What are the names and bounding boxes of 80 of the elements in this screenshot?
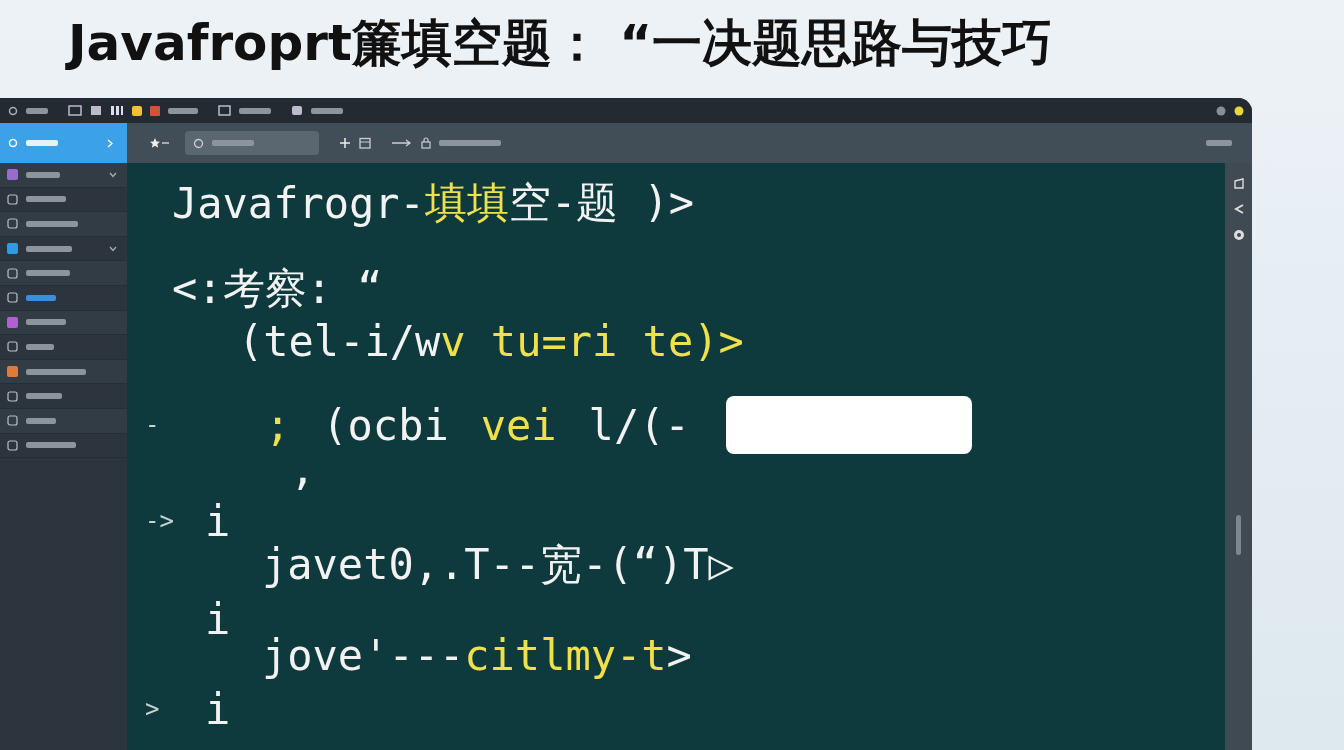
columns-icon[interactable] (110, 105, 124, 116)
blurred-label (26, 368, 86, 375)
blurred-label (26, 270, 70, 277)
blurred-label (26, 442, 76, 449)
blurred-label (26, 343, 54, 350)
code-text: (ocbi (322, 400, 449, 450)
code-text: 空-题 )> (508, 177, 695, 229)
blurred-label (439, 140, 501, 146)
page-icon (7, 292, 18, 304)
code-text: Javafrogr- (172, 178, 425, 228)
code-text: i (205, 684, 231, 734)
page-icon (7, 390, 18, 402)
scrollbar-thumb[interactable] (1236, 515, 1241, 555)
code-text: 填填 (424, 177, 509, 229)
chevron-icon (109, 245, 117, 252)
gutter-mark: -> (145, 507, 174, 535)
blurred-label (26, 294, 56, 301)
blurred-label (168, 107, 198, 114)
page-icon (7, 267, 18, 279)
code-text: , (290, 444, 316, 494)
calendar-icon[interactable] (359, 137, 371, 149)
chevron-icon (107, 138, 113, 148)
plus-icon[interactable] (339, 137, 351, 149)
box-icon[interactable] (218, 105, 231, 116)
gutter-mark: - (145, 411, 160, 439)
code-text: v tu=ri (440, 316, 618, 366)
square-icon[interactable] (132, 105, 142, 116)
sidebar-item[interactable] (0, 261, 127, 286)
code-text: l/(- (588, 400, 690, 450)
sidebar-item[interactable] (0, 310, 127, 336)
lock-icon[interactable] (421, 137, 431, 149)
code-text: jove'--- (262, 630, 465, 680)
blurred-label (239, 107, 271, 114)
code-text: i (205, 496, 231, 546)
gear-icon[interactable] (1232, 229, 1245, 241)
arrow-icon[interactable] (391, 138, 413, 148)
sidebar-item[interactable] (0, 212, 127, 237)
page-icon (7, 218, 18, 230)
search-field[interactable] (185, 131, 319, 155)
code-text: vei (480, 400, 557, 450)
frame-icon[interactable] (1232, 177, 1245, 189)
blurred-label (26, 393, 62, 400)
blurred-label (26, 221, 78, 227)
chevron-icon[interactable] (1232, 203, 1245, 215)
page-title: Javafroprt簾填空题： “一决题思路与技巧 (0, 0, 1344, 98)
blurred-label (26, 171, 60, 178)
page-icon (7, 415, 18, 427)
sidebar-item[interactable] (0, 163, 127, 188)
code-text: javet0,.T--宽-(“)T▷ (262, 539, 734, 591)
circle-icon (8, 105, 18, 116)
blurred-label (26, 107, 48, 114)
code-text: > (666, 630, 692, 680)
blurred-label (26, 319, 66, 326)
chevron-icon (109, 171, 117, 178)
sidebar-item[interactable] (0, 359, 127, 385)
status-dot-icon (1216, 105, 1226, 116)
page-icon (7, 193, 18, 205)
blurred-label (311, 107, 343, 114)
sidebar-item[interactable] (0, 408, 127, 434)
monitor-icon[interactable] (68, 105, 82, 116)
circle-icon (8, 138, 18, 148)
blurred-label (26, 140, 58, 146)
blurred-label (26, 245, 72, 252)
status-dot-icon (1234, 105, 1244, 116)
code-text: <:考察: “ (172, 263, 383, 315)
blurred-label (26, 196, 66, 203)
gutter-mark: > (145, 695, 160, 723)
blurred-label (212, 140, 254, 146)
page-icon (7, 439, 18, 451)
code-text: te)> (641, 316, 744, 366)
code-text: (tel-i/w (238, 316, 441, 366)
blurred-label (1206, 140, 1232, 146)
code-text: ; (265, 400, 291, 450)
page-icon (7, 341, 18, 353)
code-text: citlmy-t (464, 630, 667, 680)
blurred-label (26, 417, 56, 424)
code-text: i (205, 594, 231, 644)
star-icon[interactable] (149, 137, 171, 149)
square-icon[interactable] (150, 105, 160, 116)
search-icon (193, 137, 204, 149)
